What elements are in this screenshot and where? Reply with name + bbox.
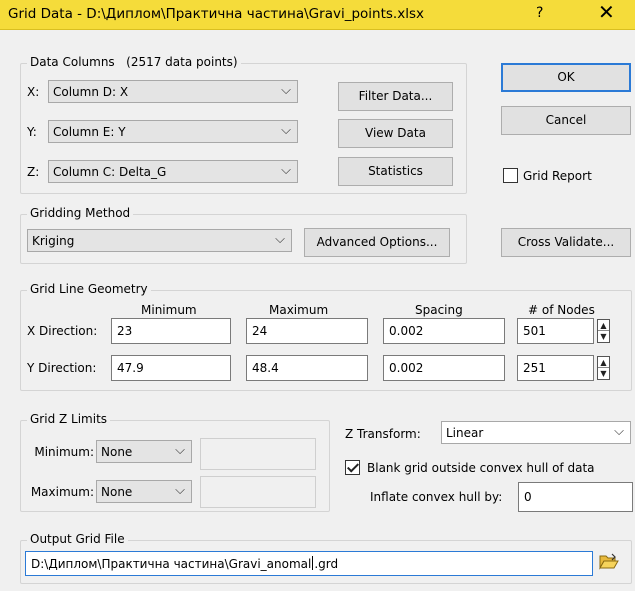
x-minimum-input[interactable]: 23 bbox=[111, 318, 231, 344]
grid-z-limits-label: Grid Z Limits bbox=[27, 412, 111, 426]
y-minimum-input[interactable]: 47.9 bbox=[111, 355, 231, 381]
z-minimum-value-input bbox=[200, 438, 316, 470]
folder-open-icon[interactable] bbox=[599, 553, 619, 571]
x-spacing-input[interactable]: 0.002 bbox=[383, 318, 505, 344]
chevron-down-icon: ⌵ bbox=[614, 424, 624, 439]
z-minimum-select[interactable]: None ⌵ bbox=[96, 440, 192, 463]
z-column-prefix: Z: bbox=[27, 165, 40, 179]
advanced-options-button[interactable]: Advanced Options... bbox=[304, 228, 450, 257]
z-maximum-label: Maximum: bbox=[30, 485, 94, 499]
help-icon[interactable]: ? bbox=[536, 5, 543, 21]
chevron-down-icon: ⌵ bbox=[281, 163, 291, 178]
z-transform-label: Z Transform: bbox=[345, 427, 421, 441]
chevron-down-icon: ⌵ bbox=[281, 123, 291, 138]
spin-down-icon[interactable]: ▼ bbox=[598, 368, 609, 379]
data-points-count: (2517 data points) bbox=[126, 55, 238, 69]
z-transform-select[interactable]: Linear ⌵ bbox=[441, 421, 631, 444]
chevron-down-icon: ⌵ bbox=[281, 83, 291, 98]
blank-hull-checkbox[interactable] bbox=[345, 460, 360, 475]
x-column-select[interactable]: Column D: X ⌵ bbox=[48, 80, 298, 103]
maximum-header: Maximum bbox=[269, 303, 329, 317]
spacing-header: Spacing bbox=[415, 303, 463, 317]
grid-report-label: Grid Report bbox=[523, 169, 592, 183]
filter-data-button[interactable]: Filter Data... bbox=[338, 82, 453, 111]
y-column-select[interactable]: Column E: Y ⌵ bbox=[48, 120, 298, 143]
blank-hull-label: Blank grid outside convex hull of data bbox=[367, 461, 595, 475]
y-spacing-input[interactable]: 0.002 bbox=[383, 355, 505, 381]
cancel-button[interactable]: Cancel bbox=[501, 106, 631, 135]
z-maximum-select[interactable]: None ⌵ bbox=[96, 480, 192, 503]
nodes-header: # of Nodes bbox=[528, 303, 595, 317]
spin-up-icon[interactable]: ▲ bbox=[598, 357, 609, 368]
minimum-header: Minimum bbox=[141, 303, 197, 317]
title-bar: Grid Data - D:\Диплом\Практична частина\… bbox=[0, 0, 635, 30]
spin-up-icon[interactable]: ▲ bbox=[598, 320, 609, 331]
cross-validate-button[interactable]: Cross Validate... bbox=[501, 228, 631, 257]
view-data-button[interactable]: View Data bbox=[338, 119, 453, 148]
inflate-hull-label: Inflate convex hull by: bbox=[370, 490, 503, 504]
chevron-down-icon: ⌵ bbox=[175, 443, 185, 458]
x-maximum-input[interactable]: 24 bbox=[246, 318, 368, 344]
grid-report-checkbox[interactable] bbox=[503, 168, 518, 183]
y-direction-label: Y Direction: bbox=[27, 361, 97, 375]
window-title: Grid Data - D:\Диплом\Практична частина\… bbox=[8, 6, 424, 22]
inflate-hull-input[interactable]: 0 bbox=[518, 482, 633, 512]
z-minimum-label: Minimum: bbox=[34, 445, 94, 459]
close-icon[interactable]: ✕ bbox=[598, 2, 615, 22]
statistics-button[interactable]: Statistics bbox=[338, 157, 453, 186]
y-maximum-input[interactable]: 48.4 bbox=[246, 355, 368, 381]
y-nodes-input[interactable]: 251 bbox=[517, 355, 594, 381]
y-column-prefix: Y: bbox=[27, 125, 37, 139]
x-nodes-input[interactable]: 501 bbox=[517, 318, 594, 344]
ok-button[interactable]: OK bbox=[501, 63, 631, 92]
grid-line-geometry-label: Grid Line Geometry bbox=[27, 282, 151, 296]
chevron-down-icon: ⌵ bbox=[275, 232, 285, 247]
spin-down-icon[interactable]: ▼ bbox=[598, 331, 609, 342]
output-path-input[interactable]: D:\Диплом\Практична частина\Gravi_anomal… bbox=[25, 551, 593, 576]
x-direction-label: X Direction: bbox=[27, 324, 98, 338]
x-column-prefix: X: bbox=[27, 85, 40, 99]
output-grid-file-label: Output Grid File bbox=[27, 532, 128, 546]
z-column-select[interactable]: Column C: Delta_G ⌵ bbox=[48, 160, 298, 183]
gridding-method-select[interactable]: Kriging ⌵ bbox=[27, 229, 292, 252]
y-nodes-spinner[interactable]: ▲ ▼ bbox=[597, 356, 610, 380]
x-nodes-spinner[interactable]: ▲ ▼ bbox=[597, 319, 610, 343]
chevron-down-icon: ⌵ bbox=[175, 483, 185, 498]
z-maximum-value-input bbox=[200, 476, 316, 508]
gridding-method-label: Gridding Method bbox=[27, 206, 134, 220]
data-columns-label: Data Columns (2517 data points) bbox=[27, 55, 241, 69]
